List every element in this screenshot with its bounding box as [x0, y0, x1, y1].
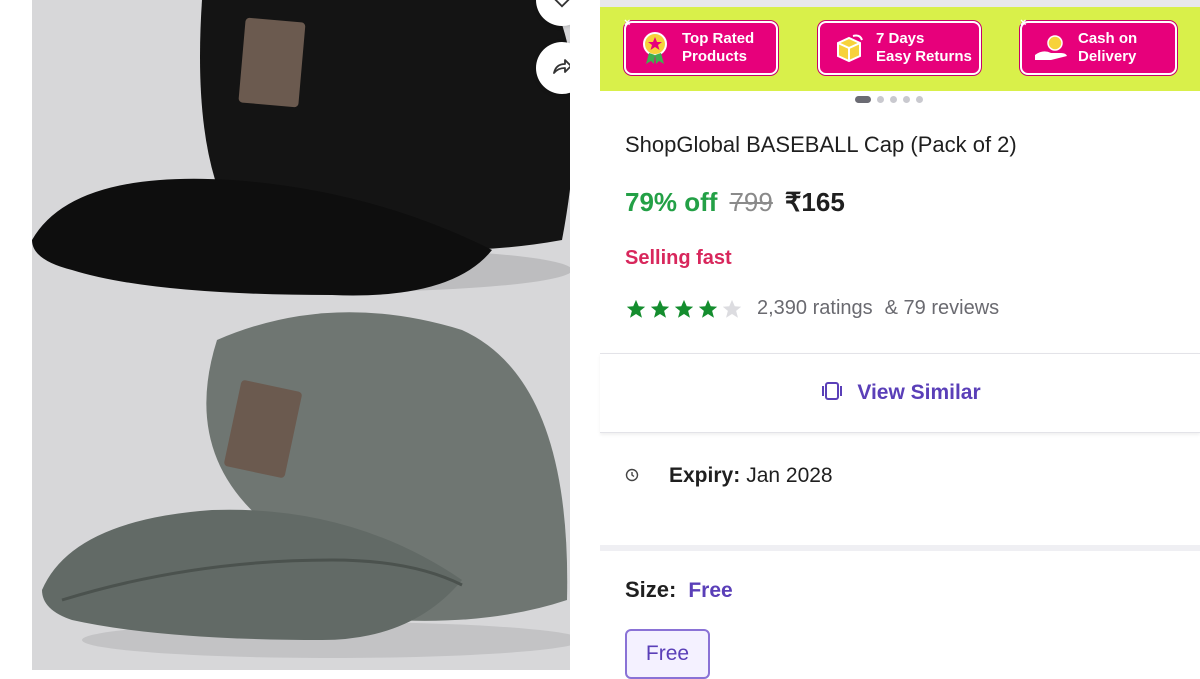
view-similar-label: View Similar: [857, 381, 981, 404]
caps-illustration: [32, 0, 570, 658]
badge-line2: Products: [682, 48, 748, 65]
expiry-value: Jan 2028: [746, 464, 833, 487]
badge-easy-returns[interactable]: 7 Days Easy Returns: [818, 21, 981, 75]
heart-icon: [551, 0, 570, 14]
section-divider: [600, 545, 1200, 551]
clock-icon: [625, 464, 639, 488]
star-icon: [698, 299, 718, 318]
star-empty-icon: [722, 299, 742, 318]
size-selected: Free: [688, 579, 733, 602]
star-icon: [674, 299, 694, 318]
size-row: Size: Free: [625, 577, 733, 603]
carousel-dot[interactable]: [877, 96, 884, 103]
carousel-dot[interactable]: [903, 96, 910, 103]
original-price: 799: [729, 187, 773, 217]
star-icon: [626, 299, 646, 318]
star-icon: [650, 299, 670, 318]
close-icon[interactable]: ×: [624, 17, 630, 29]
badge-cash-on-delivery[interactable]: × Cash on Delivery: [1020, 17, 1177, 75]
product-details: × Top Rated Products 7 Days Easy Returns ×…: [600, 0, 1200, 679]
current-price: ₹165: [784, 187, 845, 217]
carousel-dot[interactable]: [916, 96, 923, 103]
product-image[interactable]: [32, 0, 570, 670]
status-badge: Selling fast: [625, 247, 732, 269]
view-similar-icon: [819, 381, 845, 406]
box-return-icon: [830, 29, 868, 67]
expiry-label: Expiry:: [669, 464, 741, 487]
carousel-dot[interactable]: [890, 96, 897, 103]
close-icon[interactable]: ×: [1020, 17, 1026, 29]
star-rating: [625, 298, 743, 320]
medal-icon: [636, 29, 674, 67]
badge-line1: Top Rated: [682, 30, 755, 47]
badge-line1: 7 Days: [876, 30, 925, 47]
badge-line2: Easy Returns: [876, 48, 972, 65]
product-title: ShopGlobal BASEBALL Cap (Pack of 2): [625, 132, 1017, 157]
reviews-count: & 79 reviews: [884, 297, 1000, 319]
share-icon: [550, 54, 570, 83]
cash-hand-icon: [1032, 29, 1070, 67]
ratings-count: 2,390 ratings: [757, 297, 873, 319]
offer-banner[interactable]: × Top Rated Products 7 Days Easy Returns ×…: [600, 7, 1200, 91]
size-option-free[interactable]: Free: [625, 629, 710, 679]
expiry-row: Expiry: Jan 2028: [625, 464, 833, 488]
carousel-dot[interactable]: [855, 96, 871, 103]
badge-line2: Delivery: [1078, 48, 1137, 65]
badge-top-rated[interactable]: × Top Rated Products: [624, 17, 778, 75]
badge-line1: Cash on: [1078, 30, 1138, 47]
price-row: 79% off 799 ₹165: [625, 187, 845, 218]
discount-percent: 79% off: [625, 187, 718, 217]
carousel-indicator[interactable]: [855, 96, 923, 103]
view-similar-button[interactable]: View Similar: [600, 353, 1200, 433]
rating-summary[interactable]: 2,390 ratings & 79 reviews: [625, 297, 999, 320]
top-strip: [600, 0, 1200, 7]
size-label: Size:: [625, 577, 677, 602]
